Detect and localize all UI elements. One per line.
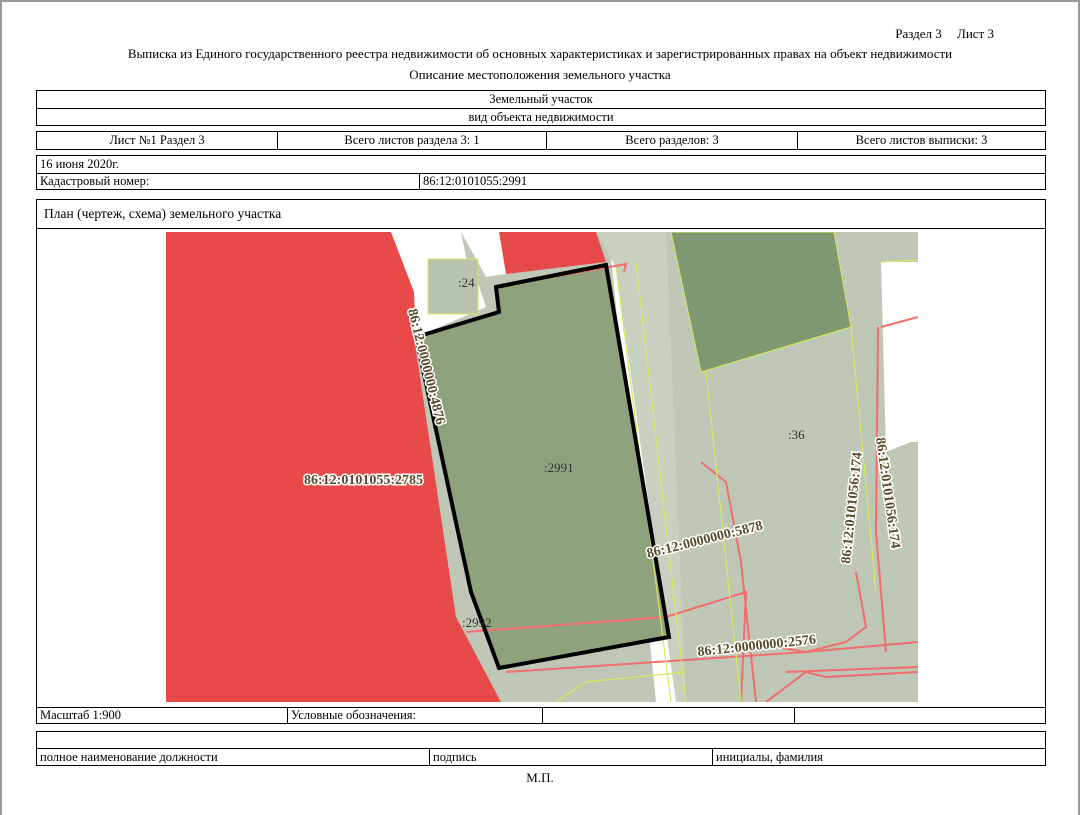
sheet-label: Лист 3 [957,26,994,41]
cadastral-number: 86:12:0101055:2991 [423,174,528,188]
total-section-sheets: Всего листов раздела 3: 1 [344,133,480,147]
date-cadastral-box: 16 июня 2020г. Кадастровый номер: 86:12:… [36,155,1046,190]
label-parcel-24: :24 [458,275,475,290]
label-parcel-2991: :2991 [544,460,574,475]
white-area [881,262,918,452]
object-type-box: Земельный участок вид объекта недвижимос… [36,90,1046,126]
extract-date: 16 июня 2020г. [40,156,120,171]
label-parcel-2992: :2992 [462,615,492,630]
signature-sign: подпись [433,749,477,764]
object-type: Земельный участок [489,92,593,106]
map-canvas: :24 :2991 :2992 :36 86:12:0101055:2785 8… [166,232,918,702]
total-extract-sheets: Всего листов выписки: 3 [855,133,988,147]
cadastral-label: Кадастровый номер: [40,174,150,188]
signature-position: полное наименование должности [40,749,218,764]
signature-name: инициалы, фамилия [716,749,823,764]
section-label: Раздел 3 [895,26,942,41]
plan-title: План (чертеж, схема) земельного участка [44,206,282,221]
sheet-info-row: Лист №1 Раздел 3 Всего листов раздела 3:… [36,131,1046,150]
label-parcel-2785: 86:12:0101055:2785 [304,473,423,488]
total-sections: Всего разделов: 3 [625,133,719,147]
document-subtitle: Описание местоположения земельного участ… [409,67,671,82]
document-title: Выписка из Единого государственного реес… [127,46,953,61]
object-kind-label: вид объекта недвижимости [468,109,614,124]
scale: Масштаб 1:900 [40,708,121,722]
cadastral-map: :24 :2991 :2992 :36 86:12:0101055:2785 8… [166,232,918,702]
divider [794,708,795,723]
extract-page: Раздел 3 Лист 3 Выписка из Единого госуд… [0,0,1080,815]
legend-label: Условные обозначения: [291,708,417,722]
page-edge-left [0,0,2,815]
stamp-place: М.П. [526,770,554,785]
page-edge-top [0,0,1080,2]
divider [37,228,1045,229]
label-parcel-36: :36 [788,427,805,442]
divider [542,708,543,723]
signature-block: полное наименование должности подпись ин… [36,731,1046,766]
sheet-section: Лист №1 Раздел 3 [109,133,205,147]
scale-legend-row: Масштаб 1:900 Условные обозначения: [36,708,1046,724]
section-sheet-header: Раздел 3 Лист 3 [883,26,994,42]
